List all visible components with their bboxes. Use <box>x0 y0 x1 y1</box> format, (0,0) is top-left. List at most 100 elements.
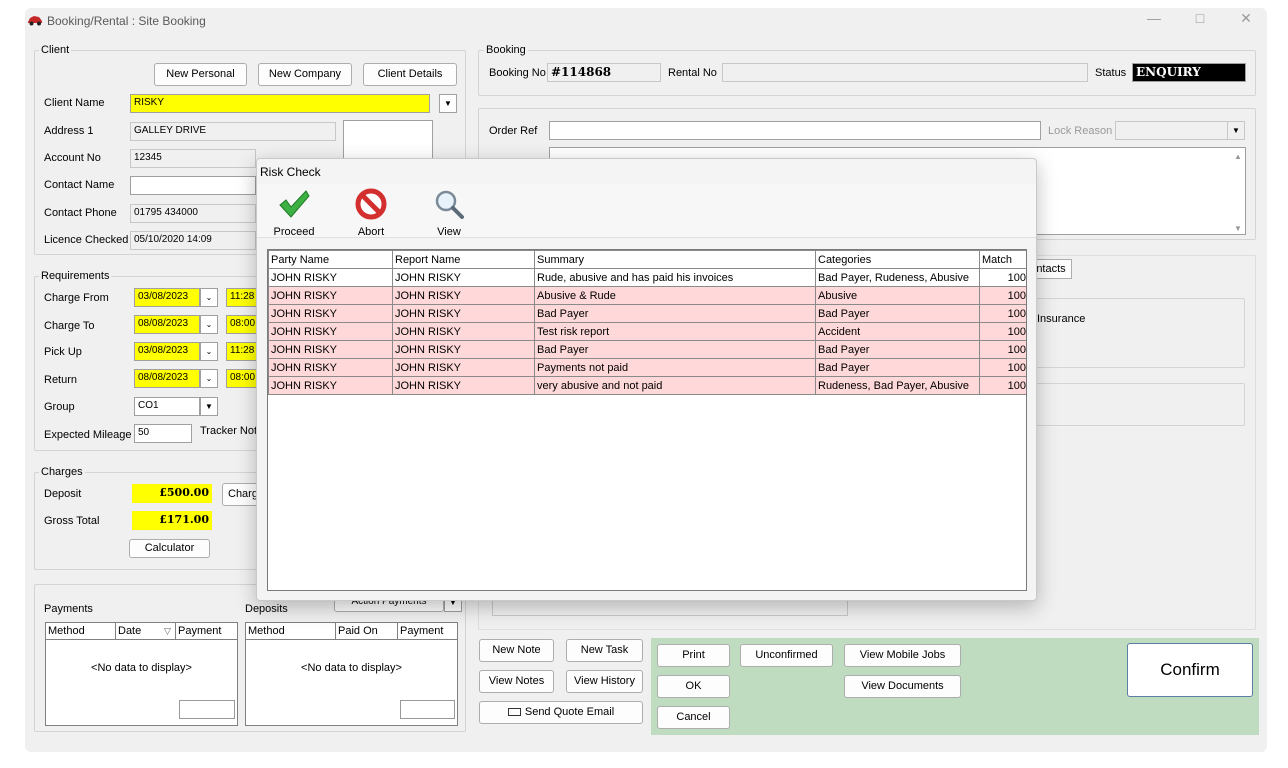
view-mobile-jobs-button[interactable]: View Mobile Jobs <box>844 644 961 667</box>
client-dropdown-icon[interactable]: ▼ <box>439 94 457 113</box>
table-row[interactable]: JOHN RISKY JOHN RISKY Payments not paid … <box>268 358 1026 377</box>
view-documents-button[interactable]: View Documents <box>844 675 961 698</box>
report-name-cell: JOHN RISKY <box>392 358 535 377</box>
return-time[interactable]: 08:00 <box>226 369 258 388</box>
new-note-button[interactable]: New Note <box>479 639 554 662</box>
client-name-field[interactable]: RISKY <box>130 94 430 113</box>
payments-col-method[interactable]: Method <box>46 623 116 640</box>
licence-checked-field[interactable]: 05/10/2020 14:09 <box>130 231 256 250</box>
unconfirmed-button[interactable]: Unconfirmed <box>740 644 833 667</box>
categories-cell: Accident <box>815 322 980 341</box>
cancel-button[interactable]: Cancel <box>657 706 730 729</box>
contact-name-field[interactable] <box>130 176 256 195</box>
table-row[interactable]: JOHN RISKY JOHN RISKY Test risk report A… <box>268 322 1026 341</box>
minimize-icon[interactable]: — <box>1144 10 1164 26</box>
charge-to-date[interactable]: 08/08/2023 <box>134 315 200 334</box>
return-calendar-icon[interactable]: ⌄ <box>200 369 218 388</box>
report-name-cell: JOHN RISKY <box>392 340 535 359</box>
group-dropdown-icon[interactable]: ▼ <box>200 397 218 416</box>
view-button[interactable]: View <box>427 188 471 238</box>
return-date[interactable]: 08/08/2023 <box>134 369 200 388</box>
contact-phone-field[interactable]: 01795 434000 <box>130 204 256 223</box>
payments-col-date[interactable]: Date ▽ <box>116 623 176 640</box>
gross-total-label: Gross Total <box>44 515 100 527</box>
tracker-label: Tracker Not <box>200 425 258 437</box>
charge-to-label: Charge To <box>44 320 95 332</box>
send-quote-email-button[interactable]: Send Quote Email <box>479 701 643 724</box>
send-quote-email-label: Send Quote Email <box>524 706 615 718</box>
lock-reason-field[interactable] <box>1115 121 1245 140</box>
match-cell: 100 <box>979 322 1026 341</box>
booking-group-label: Booking <box>484 44 528 56</box>
risk-check-toolbar: Proceed Abort View <box>257 184 1036 238</box>
charge-to-calendar-icon[interactable]: ⌄ <box>200 315 218 334</box>
close-icon[interactable]: ✕ <box>1236 10 1256 27</box>
maximize-icon[interactable]: □ <box>1190 10 1210 26</box>
scroll-down-icon[interactable]: ▼ <box>1234 224 1242 233</box>
booking-no-field[interactable]: #114868 <box>547 63 661 82</box>
scroll-up-icon[interactable]: ▲ <box>1234 152 1242 161</box>
col-party-name[interactable]: Party Name <box>268 250 393 269</box>
address1-field[interactable]: GALLEY DRIVE <box>130 122 336 141</box>
lock-reason-dropdown-icon[interactable]: ▼ <box>1227 121 1245 140</box>
requirements-group-label: Requirements <box>39 270 112 282</box>
party-name-cell: JOHN RISKY <box>268 376 393 395</box>
col-categories[interactable]: Categories <box>815 250 980 269</box>
view-history-button[interactable]: View History <box>566 670 643 693</box>
risk-report-grid[interactable]: Party Name Report Name Summary Categorie… <box>267 249 1027 591</box>
payments-col-payment[interactable]: Payment <box>176 623 238 640</box>
charge-to-time[interactable]: 08:00 <box>226 315 258 334</box>
print-button[interactable]: Print <box>657 644 730 667</box>
order-ref-label: Order Ref <box>489 125 538 137</box>
abort-button[interactable]: Abort <box>349 188 393 238</box>
deposits-col-payment[interactable]: Payment <box>398 623 458 640</box>
risk-check-dialog: Risk Check Proceed Abort View Party Name… <box>256 158 1037 601</box>
party-name-cell: JOHN RISKY <box>268 340 393 359</box>
col-report-name[interactable]: Report Name <box>392 250 535 269</box>
client-details-button[interactable]: Client Details <box>363 63 457 86</box>
charge-from-time[interactable]: 11:28 <box>226 288 258 307</box>
calculator-button[interactable]: Calculator <box>129 539 210 558</box>
table-row[interactable]: JOHN RISKY JOHN RISKY Abusive & Rude Abu… <box>268 286 1026 305</box>
table-row[interactable]: JOHN RISKY JOHN RISKY Bad Payer Bad Paye… <box>268 304 1026 323</box>
view-notes-button[interactable]: View Notes <box>479 670 554 693</box>
summary-cell: Abusive & Rude <box>534 286 816 305</box>
rental-no-field[interactable] <box>722 63 1088 82</box>
proceed-label: Proceed <box>273 226 315 238</box>
view-label: View <box>437 226 461 238</box>
party-name-cell: JOHN RISKY <box>268 268 393 287</box>
col-summary[interactable]: Summary <box>534 250 816 269</box>
pick-up-date[interactable]: 03/08/2023 <box>134 342 200 361</box>
report-name-cell: JOHN RISKY <box>392 376 535 395</box>
deposits-col-method[interactable]: Method <box>246 623 336 640</box>
charge-from-date[interactable]: 03/08/2023 <box>134 288 200 307</box>
order-ref-field[interactable] <box>549 121 1041 140</box>
table-row[interactable]: JOHN RISKY JOHN RISKY very abusive and n… <box>268 376 1026 395</box>
deposits-col-paid-on[interactable]: Paid On <box>336 623 398 640</box>
charge-from-label: Charge From <box>44 292 109 304</box>
categories-cell: Abusive <box>815 286 980 305</box>
party-name-cell: JOHN RISKY <box>268 304 393 323</box>
address-box[interactable] <box>343 120 433 160</box>
categories-cell: Bad Payer <box>815 340 980 359</box>
expected-mileage-field[interactable]: 50 <box>134 424 192 443</box>
summary-cell: Bad Payer <box>534 340 816 359</box>
new-task-button[interactable]: New Task <box>566 639 643 662</box>
confirm-button[interactable]: Confirm <box>1127 643 1253 697</box>
deposit-field[interactable]: £500.00 <box>132 484 212 503</box>
account-no-field[interactable]: 12345 <box>130 149 256 168</box>
charge-from-calendar-icon[interactable]: ⌄ <box>200 288 218 307</box>
table-row[interactable]: JOHN RISKY JOHN RISKY Bad Payer Bad Paye… <box>268 340 1026 359</box>
col-match[interactable]: Match <box>979 250 1026 269</box>
group-select[interactable]: CO1 <box>134 397 200 416</box>
gross-total-field[interactable]: £171.00 <box>132 511 212 530</box>
new-company-button[interactable]: New Company <box>258 63 352 86</box>
summary-cell: Test risk report <box>534 322 816 341</box>
pick-up-calendar-icon[interactable]: ⌄ <box>200 342 218 361</box>
deposits-no-data: <No data to display> <box>301 662 402 674</box>
pick-up-time[interactable]: 11:28 <box>226 342 258 361</box>
ok-button[interactable]: OK <box>657 675 730 698</box>
proceed-button[interactable]: Proceed <box>271 188 317 238</box>
table-row[interactable]: JOHN RISKY JOHN RISKY Rude, abusive and … <box>268 268 1026 287</box>
new-personal-button[interactable]: New Personal <box>154 63 247 86</box>
